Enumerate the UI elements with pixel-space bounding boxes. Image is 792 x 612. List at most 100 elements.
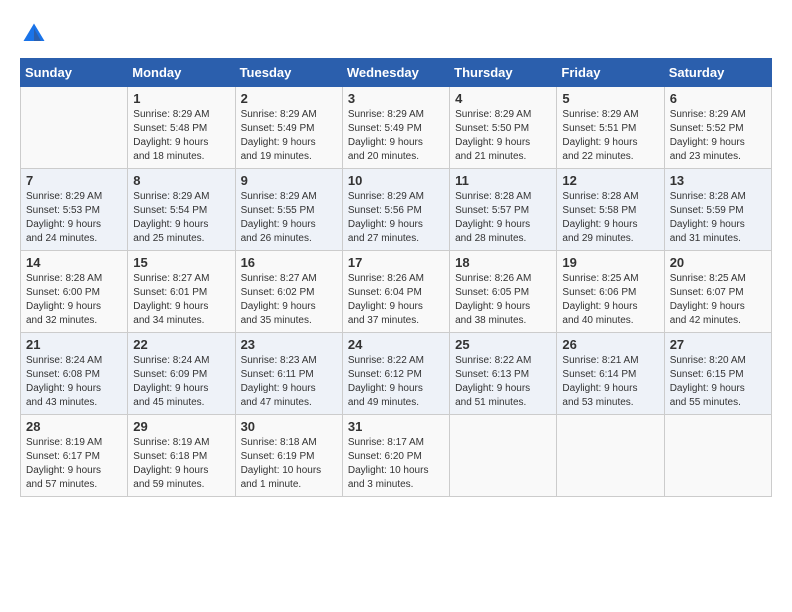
day-info: Sunrise: 8:28 AM Sunset: 5:57 PM Dayligh… xyxy=(455,190,551,246)
day-info: Sunrise: 8:29 AM Sunset: 5:53 PM Dayligh… xyxy=(26,190,122,246)
day-cell: 31Sunrise: 8:17 AM Sunset: 6:20 PM Dayli… xyxy=(342,415,449,497)
day-number: 16 xyxy=(241,255,337,270)
day-cell: 15 Sunrise: 8:27 AM Sunset: 6:01 PM Dayli… xyxy=(128,251,235,333)
day-number: 15 xyxy=(133,255,229,270)
day-number: 1 xyxy=(133,91,229,106)
day-cell: 4 Sunrise: 8:29 AM Sunset: 5:50 PM Daylig… xyxy=(450,87,557,169)
day-info: Sunrise: 8:29 AM Sunset: 5:48 PM Dayligh… xyxy=(133,108,229,164)
day-number: 24 xyxy=(348,337,444,352)
day-cell: 1 Sunrise: 8:29 AM Sunset: 5:48 PM Daylig… xyxy=(128,87,235,169)
day-number: 26 xyxy=(562,337,658,352)
day-cell: 12 Sunrise: 8:28 AM Sunset: 5:58 PM Dayli… xyxy=(557,169,664,251)
day-cell: 14 Sunrise: 8:28 AM Sunset: 6:00 PM Dayli… xyxy=(21,251,128,333)
day-info: Sunrise: 8:18 AM Sunset: 6:19 PM Dayligh… xyxy=(241,436,337,492)
day-cell: 2Sunrise: 8:29 AM Sunset: 5:49 PM Daylig… xyxy=(235,87,342,169)
day-cell: 10 Sunrise: 8:29 AM Sunset: 5:56 PM Dayli… xyxy=(342,169,449,251)
day-info: Sunrise: 8:25 AM Sunset: 6:06 PM Dayligh… xyxy=(562,272,658,328)
day-number: 27 xyxy=(670,337,766,352)
day-info: Sunrise: 8:29 AM Sunset: 5:52 PM Dayligh… xyxy=(670,108,766,164)
day-number: 19 xyxy=(562,255,658,270)
day-cell: 6 Sunrise: 8:29 AM Sunset: 5:52 PM Daylig… xyxy=(664,87,771,169)
week-row-1: 1 Sunrise: 8:29 AM Sunset: 5:48 PM Daylig… xyxy=(21,87,772,169)
day-number: 4 xyxy=(455,91,551,106)
day-number: 13 xyxy=(670,173,766,188)
logo xyxy=(20,20,54,48)
header-cell-friday: Friday xyxy=(557,59,664,87)
calendar-table: SundayMondayTuesdayWednesdayThursdayFrid… xyxy=(20,58,772,497)
day-cell: 26 Sunrise: 8:21 AM Sunset: 6:14 PM Dayli… xyxy=(557,333,664,415)
day-info: Sunrise: 8:29 AM Sunset: 5:56 PM Dayligh… xyxy=(348,190,444,246)
day-info: Sunrise: 8:28 AM Sunset: 5:58 PM Dayligh… xyxy=(562,190,658,246)
day-cell: 5 Sunrise: 8:29 AM Sunset: 5:51 PM Daylig… xyxy=(557,87,664,169)
day-info: Sunrise: 8:27 AM Sunset: 6:01 PM Dayligh… xyxy=(133,272,229,328)
day-info: Sunrise: 8:29 AM Sunset: 5:54 PM Dayligh… xyxy=(133,190,229,246)
day-cell: 24 Sunrise: 8:22 AM Sunset: 6:12 PM Dayli… xyxy=(342,333,449,415)
day-cell: 23 Sunrise: 8:23 AM Sunset: 6:11 PM Dayli… xyxy=(235,333,342,415)
day-number: 6 xyxy=(670,91,766,106)
day-info: Sunrise: 8:28 AM Sunset: 5:59 PM Dayligh… xyxy=(670,190,766,246)
day-info: Sunrise: 8:24 AM Sunset: 6:08 PM Dayligh… xyxy=(26,354,122,410)
day-info: Sunrise: 8:26 AM Sunset: 6:05 PM Dayligh… xyxy=(455,272,551,328)
day-info: Sunrise: 8:29 AM Sunset: 5:51 PM Dayligh… xyxy=(562,108,658,164)
week-row-5: 28 Sunrise: 8:19 AM Sunset: 6:17 PM Dayli… xyxy=(21,415,772,497)
header-cell-saturday: Saturday xyxy=(664,59,771,87)
logo-icon xyxy=(20,20,48,48)
header-cell-monday: Monday xyxy=(128,59,235,87)
day-cell: 27 Sunrise: 8:20 AM Sunset: 6:15 PM Dayli… xyxy=(664,333,771,415)
day-info: Sunrise: 8:28 AM Sunset: 6:00 PM Dayligh… xyxy=(26,272,122,328)
day-info: Sunrise: 8:27 AM Sunset: 6:02 PM Dayligh… xyxy=(241,272,337,328)
day-cell: 13 Sunrise: 8:28 AM Sunset: 5:59 PM Dayli… xyxy=(664,169,771,251)
day-cell: 19 Sunrise: 8:25 AM Sunset: 6:06 PM Dayli… xyxy=(557,251,664,333)
day-cell xyxy=(21,87,128,169)
day-info: Sunrise: 8:25 AM Sunset: 6:07 PM Dayligh… xyxy=(670,272,766,328)
day-info: Sunrise: 8:23 AM Sunset: 6:11 PM Dayligh… xyxy=(241,354,337,410)
day-cell xyxy=(450,415,557,497)
day-info: Sunrise: 8:29 AM Sunset: 5:50 PM Dayligh… xyxy=(455,108,551,164)
day-number: 5 xyxy=(562,91,658,106)
day-info: Sunrise: 8:19 AM Sunset: 6:18 PM Dayligh… xyxy=(133,436,229,492)
header-cell-wednesday: Wednesday xyxy=(342,59,449,87)
day-cell: 30Sunrise: 8:18 AM Sunset: 6:19 PM Dayli… xyxy=(235,415,342,497)
day-info: Sunrise: 8:22 AM Sunset: 6:12 PM Dayligh… xyxy=(348,354,444,410)
day-cell: 8 Sunrise: 8:29 AM Sunset: 5:54 PM Daylig… xyxy=(128,169,235,251)
day-cell: 3 Sunrise: 8:29 AM Sunset: 5:49 PM Daylig… xyxy=(342,87,449,169)
day-cell xyxy=(664,415,771,497)
day-number: 14 xyxy=(26,255,122,270)
day-info: Sunrise: 8:21 AM Sunset: 6:14 PM Dayligh… xyxy=(562,354,658,410)
day-cell: 17Sunrise: 8:26 AM Sunset: 6:04 PM Dayli… xyxy=(342,251,449,333)
header-cell-thursday: Thursday xyxy=(450,59,557,87)
day-cell: 18Sunrise: 8:26 AM Sunset: 6:05 PM Dayli… xyxy=(450,251,557,333)
day-number: 10 xyxy=(348,173,444,188)
day-cell: 22Sunrise: 8:24 AM Sunset: 6:09 PM Dayli… xyxy=(128,333,235,415)
day-number: 7 xyxy=(26,173,122,188)
day-info: Sunrise: 8:24 AM Sunset: 6:09 PM Dayligh… xyxy=(133,354,229,410)
day-number: 11 xyxy=(455,173,551,188)
header-row: SundayMondayTuesdayWednesdayThursdayFrid… xyxy=(21,59,772,87)
day-number: 29 xyxy=(133,419,229,434)
day-info: Sunrise: 8:17 AM Sunset: 6:20 PM Dayligh… xyxy=(348,436,444,492)
day-number: 25 xyxy=(455,337,551,352)
week-row-4: 21Sunrise: 8:24 AM Sunset: 6:08 PM Dayli… xyxy=(21,333,772,415)
day-number: 23 xyxy=(241,337,337,352)
day-cell: 21Sunrise: 8:24 AM Sunset: 6:08 PM Dayli… xyxy=(21,333,128,415)
day-cell: 9 Sunrise: 8:29 AM Sunset: 5:55 PM Daylig… xyxy=(235,169,342,251)
day-number: 20 xyxy=(670,255,766,270)
day-number: 8 xyxy=(133,173,229,188)
day-number: 12 xyxy=(562,173,658,188)
calendar-header: SundayMondayTuesdayWednesdayThursdayFrid… xyxy=(21,59,772,87)
header-cell-tuesday: Tuesday xyxy=(235,59,342,87)
day-info: Sunrise: 8:20 AM Sunset: 6:15 PM Dayligh… xyxy=(670,354,766,410)
header-cell-sunday: Sunday xyxy=(21,59,128,87)
day-number: 17 xyxy=(348,255,444,270)
day-number: 3 xyxy=(348,91,444,106)
day-info: Sunrise: 8:29 AM Sunset: 5:49 PM Dayligh… xyxy=(348,108,444,164)
day-info: Sunrise: 8:19 AM Sunset: 6:17 PM Dayligh… xyxy=(26,436,122,492)
calendar-body: 1 Sunrise: 8:29 AM Sunset: 5:48 PM Daylig… xyxy=(21,87,772,497)
day-cell: 16 Sunrise: 8:27 AM Sunset: 6:02 PM Dayli… xyxy=(235,251,342,333)
day-number: 9 xyxy=(241,173,337,188)
day-cell xyxy=(557,415,664,497)
header xyxy=(20,20,772,48)
day-number: 2 xyxy=(241,91,337,106)
day-info: Sunrise: 8:29 AM Sunset: 5:55 PM Dayligh… xyxy=(241,190,337,246)
day-number: 28 xyxy=(26,419,122,434)
